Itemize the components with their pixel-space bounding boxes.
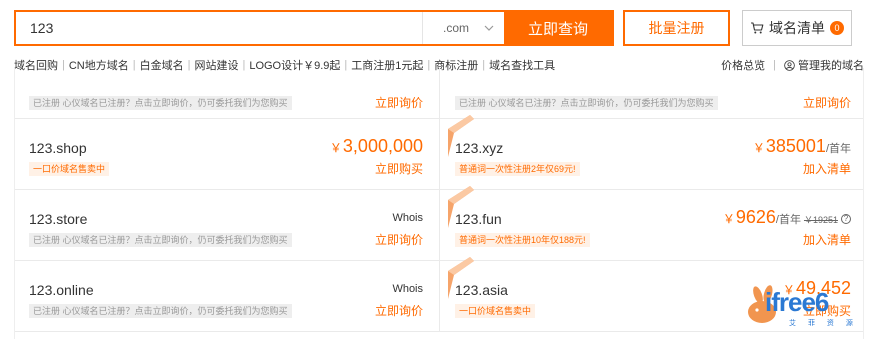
inquire-button[interactable]: 立即询价: [375, 94, 423, 111]
help-icon[interactable]: ?: [841, 213, 851, 224]
domain-name: 123.xyz: [455, 140, 504, 156]
domain-cell: 已注册 心仪域名已注册？点击立即询价，仍可委托我们为您购买 立即询价: [15, 68, 440, 118]
domain-list-button[interactable]: 域名清单 0: [742, 10, 852, 46]
domain-cell: 123.online Whois 已注册 心仪域名已注册？点击立即询价，仍可委托…: [15, 261, 440, 331]
sale-tag: 一口价域名售卖中: [455, 304, 536, 318]
watermark-text: ifree6: [765, 287, 829, 317]
watermark-subtext: 艾 菲 资 源: [789, 320, 858, 327]
price-value: 385001: [765, 136, 826, 156]
status-tag: 已注册 心仪域名已注册？点击立即询价，仍可委托我们为您购买: [455, 96, 718, 110]
tld-select-value: .com: [443, 21, 470, 35]
domain-cell: 123.fun ￥9626/首年 ￥19251? 普通词一次性注册10年仅188元…: [440, 186, 863, 260]
whois-link[interactable]: Whois: [392, 212, 423, 224]
original-price: ￥19251: [803, 215, 838, 225]
price-unit: /首年: [775, 214, 801, 226]
domain-price: ￥9626/首年 ￥19251?: [723, 207, 851, 228]
table-row: 123.shop ￥3,000,000 一口价域名售卖中 立即购买 123.xy…: [15, 115, 863, 190]
domain-results: 已注册 心仪域名已注册？点击立即询价，仍可委托我们为您购买 立即询价 已注册 心…: [14, 68, 864, 339]
domain-cell: 123.store Whois 已注册 心仪域名已注册？点击立即询价，仍可委托我…: [15, 190, 440, 260]
search-box: .com 立即查询: [14, 10, 614, 46]
table-row: 123.store Whois 已注册 心仪域名已注册？点击立即询价，仍可委托我…: [15, 186, 863, 261]
currency-symbol: ￥: [329, 141, 342, 155]
domain-cell: 已注册 心仪域名已注册？点击立即询价，仍可委托我们为您购买 立即询价: [440, 68, 863, 118]
inquire-button[interactable]: 立即询价: [803, 94, 851, 111]
sale-tag: 一口价域名售卖中: [29, 162, 110, 176]
currency-symbol: ￥: [722, 212, 735, 226]
bulk-register-button[interactable]: 批量注册: [623, 10, 730, 46]
domain-list-label: 域名清单: [769, 20, 825, 36]
domain-name: 123.asia: [455, 282, 508, 298]
status-tag: 已注册 心仪域名已注册？点击立即询价，仍可委托我们为您购买: [29, 96, 292, 110]
price-value: 9626: [735, 207, 776, 227]
domain-cell: 123.shop ￥3,000,000 一口价域名售卖中 立即购买: [15, 119, 440, 189]
status-tag: 已注册 心仪域名已注册？点击立即询价，仍可委托我们为您购买: [29, 233, 292, 247]
search-input[interactable]: [16, 12, 422, 44]
cart-icon: [751, 22, 764, 34]
domain-name: 123.shop: [29, 140, 87, 156]
domain-price: ￥385001/首年: [753, 136, 851, 157]
tld-select[interactable]: .com: [422, 12, 504, 44]
chevron-down-icon: [484, 25, 494, 31]
table-row: 123.online Whois 已注册 心仪域名已注册？点击立即询价，仍可委托…: [15, 257, 863, 332]
promo-tag: 普通词一次性注册10年仅188元!: [455, 233, 590, 247]
add-to-list-button[interactable]: 加入清单: [803, 160, 851, 177]
price-unit: /首年: [825, 143, 851, 155]
query-button[interactable]: 立即查询: [504, 12, 612, 44]
domain-name: 123.fun: [455, 211, 502, 227]
table-row: 已注册 心仪域名已注册？点击立即询价，仍可委托我们为您购买 立即询价 已注册 心…: [15, 68, 863, 119]
promo-tag: 普通词一次性注册2年仅69元!: [455, 162, 580, 176]
buy-now-button[interactable]: 立即购买: [375, 160, 423, 177]
price-value: 3,000,000: [342, 136, 423, 156]
domain-name: 123.online: [29, 282, 94, 298]
cart-count-badge: 0: [830, 21, 844, 35]
inquire-button[interactable]: 立即询价: [375, 231, 423, 248]
domain-name: 123.store: [29, 211, 88, 227]
whois-link[interactable]: Whois: [392, 283, 423, 295]
currency-symbol: ￥: [752, 141, 765, 155]
domain-price: ￥3,000,000: [330, 136, 423, 157]
inquire-button[interactable]: 立即询价: [375, 302, 423, 319]
domain-cell: 123.xyz ￥385001/首年 普通词一次性注册2年仅69元! 加入清单: [440, 115, 863, 189]
status-tag: 已注册 心仪域名已注册？点击立即询价，仍可委托我们为您购买: [29, 304, 292, 318]
add-to-list-button[interactable]: 加入清单: [803, 231, 851, 248]
